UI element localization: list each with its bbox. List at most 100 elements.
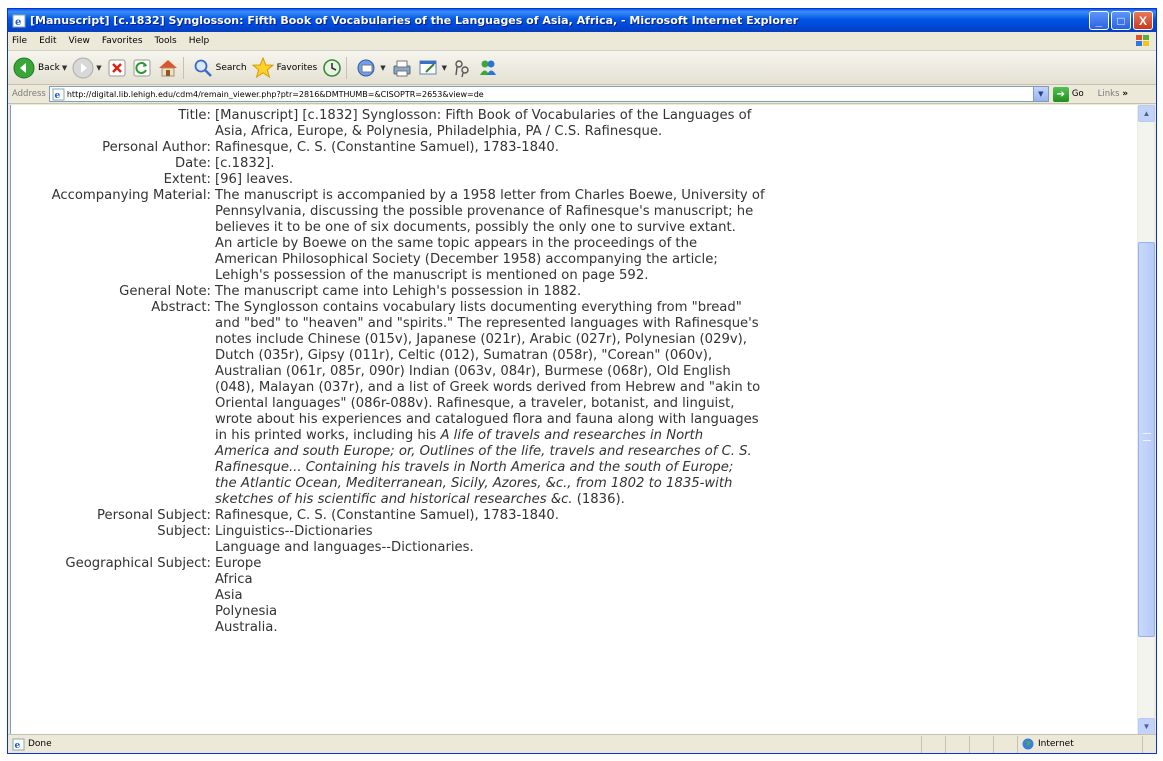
- mail-dropdown-icon[interactable]: ▼: [380, 64, 385, 72]
- geo-line: Africa: [215, 572, 253, 587]
- accompanying-line: believes it to be one of six documents, …: [215, 220, 736, 235]
- abstract-line: the Atlantic Ocean, Mediterranean, Sicil…: [215, 476, 875, 492]
- geo-line: Australia.: [215, 620, 278, 635]
- messenger-icon: [480, 60, 496, 75]
- page-content: Title: [Manuscript] [c.1832] Synglosson:…: [10, 105, 1138, 735]
- back-button[interactable]: Back ▼: [13, 54, 67, 82]
- vertical-scrollbar[interactable]: ▲ ▼: [1137, 105, 1155, 735]
- ie-page-icon: e: [52, 88, 65, 101]
- menu-favorites[interactable]: Favorites: [96, 36, 149, 46]
- accompanying-line: American Philosophical Society (December…: [215, 252, 718, 267]
- geo-line: Asia: [215, 588, 243, 603]
- field-value: The Synglosson contains vocabulary lists…: [215, 300, 875, 508]
- forward-dropdown-icon[interactable]: ▼: [96, 64, 101, 72]
- field-extent: Extent: [96] leaves.: [11, 172, 1131, 188]
- book-title: Rafinesque... Containing his travels in …: [215, 460, 734, 475]
- ie-page-icon: e: [12, 14, 26, 28]
- menu-view[interactable]: View: [63, 36, 96, 46]
- discuss-button[interactable]: [452, 54, 472, 82]
- field-label: Title:: [178, 108, 211, 123]
- abstract-line: in his printed works, including his A li…: [215, 428, 875, 444]
- maximize-icon: □: [1117, 13, 1125, 28]
- favorites-button[interactable]: Favorites: [251, 54, 318, 82]
- title-line: Asia, Africa, Europe, & Polynesia, Phila…: [215, 124, 663, 139]
- address-input[interactable]: e http://digital.lib.lehigh.edu/cdm4/rem…: [48, 86, 1049, 102]
- field-value: [Manuscript] [c.1832] Synglosson: Fifth …: [215, 108, 875, 140]
- forward-arrow-icon: [72, 57, 94, 78]
- field-subject: Subject: Linguistics--Dictionaries Langu…: [11, 524, 1131, 556]
- field-title: Title: [Manuscript] [c.1832] Synglosson:…: [11, 108, 1131, 140]
- abstract-line: Rafinesque... Containing his travels in …: [215, 460, 875, 476]
- security-zone[interactable]: Internet: [1017, 735, 1142, 753]
- field-value: Rafinesque, C. S. (Constantine Samuel), …: [215, 508, 559, 523]
- geo-line: Polynesia: [215, 604, 278, 619]
- field-value: [96] leaves.: [215, 172, 294, 187]
- accompanying-line: An article by Boewe on the same topic ap…: [215, 236, 698, 251]
- field-value: [c.1832].: [215, 156, 275, 171]
- scrollbar-thumb[interactable]: [1138, 242, 1155, 637]
- abstract-line: Oriental languages" (086r-088v). Rafines…: [215, 396, 735, 411]
- field-personal-subject: Personal Subject: Rafinesque, C. S. (Con…: [11, 508, 1131, 524]
- home-button[interactable]: [157, 54, 179, 82]
- status-panel: [945, 735, 969, 753]
- window-controls: _ □ X: [1089, 11, 1153, 30]
- edit-button[interactable]: ▼: [418, 54, 447, 82]
- minimize-button[interactable]: _: [1089, 11, 1109, 30]
- book-title: A life of travels and researches in Nort…: [440, 428, 704, 443]
- resize-grip-icon[interactable]: [1142, 735, 1156, 753]
- ie-page-icon: e: [12, 738, 25, 751]
- search-icon: [194, 59, 212, 77]
- record-details: Title: [Manuscript] [c.1832] Synglosson:…: [11, 108, 1131, 636]
- close-icon: X: [1138, 13, 1147, 28]
- edit-dropdown-icon[interactable]: ▼: [442, 64, 447, 72]
- favorites-label: Favorites: [276, 62, 318, 73]
- abstract-line: wrote about his experiences and catalogu…: [215, 412, 759, 427]
- field-value: Linguistics--Dictionaries Language and l…: [215, 524, 875, 556]
- search-button[interactable]: Search: [193, 54, 247, 82]
- mail-icon: [357, 59, 375, 76]
- field-personal-author: Personal Author: Rafinesque, C. S. (Cons…: [11, 140, 1131, 156]
- forward-button[interactable]: ▼: [72, 54, 102, 82]
- scroll-up-icon[interactable]: ▲: [1138, 105, 1155, 122]
- standard-toolbar: Back ▼ ▼ Search Favorites ▼ ▼: [8, 51, 1156, 85]
- abstract-line: (048), Malayan (037r), and a list of Gre…: [215, 380, 761, 395]
- go-button[interactable]: ➔ Go: [1052, 86, 1084, 102]
- windows-logo-icon: [1136, 35, 1149, 46]
- field-accompanying-material: Accompanying Material: The manuscript is…: [11, 188, 1131, 284]
- abstract-line: notes include Chinese (015v), Japanese (…: [215, 332, 747, 347]
- menu-help[interactable]: Help: [183, 36, 216, 46]
- title-bar[interactable]: e [Manuscript] [c.1832] Synglosson: Fift…: [8, 9, 1156, 32]
- address-url: http://digital.lib.lehigh.edu/cdm4/remai…: [66, 89, 484, 99]
- accompanying-line: Pennsylvania, discussing the possible pr…: [215, 204, 754, 219]
- field-label: Personal Subject:: [97, 508, 211, 523]
- print-button[interactable]: [391, 54, 413, 82]
- refresh-button[interactable]: [132, 54, 152, 82]
- close-button[interactable]: X: [1133, 11, 1153, 30]
- field-label: General Note:: [119, 284, 211, 299]
- back-dropdown-icon[interactable]: ▼: [62, 64, 67, 72]
- field-label: Abstract:: [151, 300, 211, 315]
- history-button[interactable]: [322, 54, 342, 82]
- scroll-down-icon[interactable]: ▼: [1138, 718, 1155, 735]
- title-line: [Manuscript] [c.1832] Synglosson: Fifth …: [215, 108, 752, 123]
- mail-button[interactable]: ▼: [356, 54, 386, 82]
- menu-tools[interactable]: Tools: [149, 36, 183, 46]
- menu-bar: File Edit View Favorites Tools Help: [8, 32, 1156, 51]
- go-label: Go: [1071, 89, 1084, 99]
- zone-label: Internet: [1038, 739, 1074, 749]
- maximize-button[interactable]: □: [1111, 11, 1131, 30]
- refresh-icon: [133, 59, 151, 76]
- toolbar-separator: [182, 56, 184, 79]
- menu-file[interactable]: File: [8, 36, 33, 46]
- address-dropdown-icon[interactable]: ▼: [1032, 87, 1048, 101]
- toolbar-separator: [346, 56, 348, 79]
- menu-edit[interactable]: Edit: [33, 36, 62, 46]
- svg-text:e: e: [54, 91, 60, 101]
- links-toolbar[interactable]: Links »: [1098, 89, 1128, 99]
- status-panel: [969, 735, 993, 753]
- messenger-button[interactable]: [477, 54, 499, 82]
- field-value: Rafinesque, C. S. (Constantine Samuel), …: [215, 140, 559, 155]
- stop-button[interactable]: [107, 54, 127, 82]
- status-panel: [921, 735, 945, 753]
- field-geographical-subject: Geographical Subject: Europe Africa Asia…: [11, 556, 1131, 636]
